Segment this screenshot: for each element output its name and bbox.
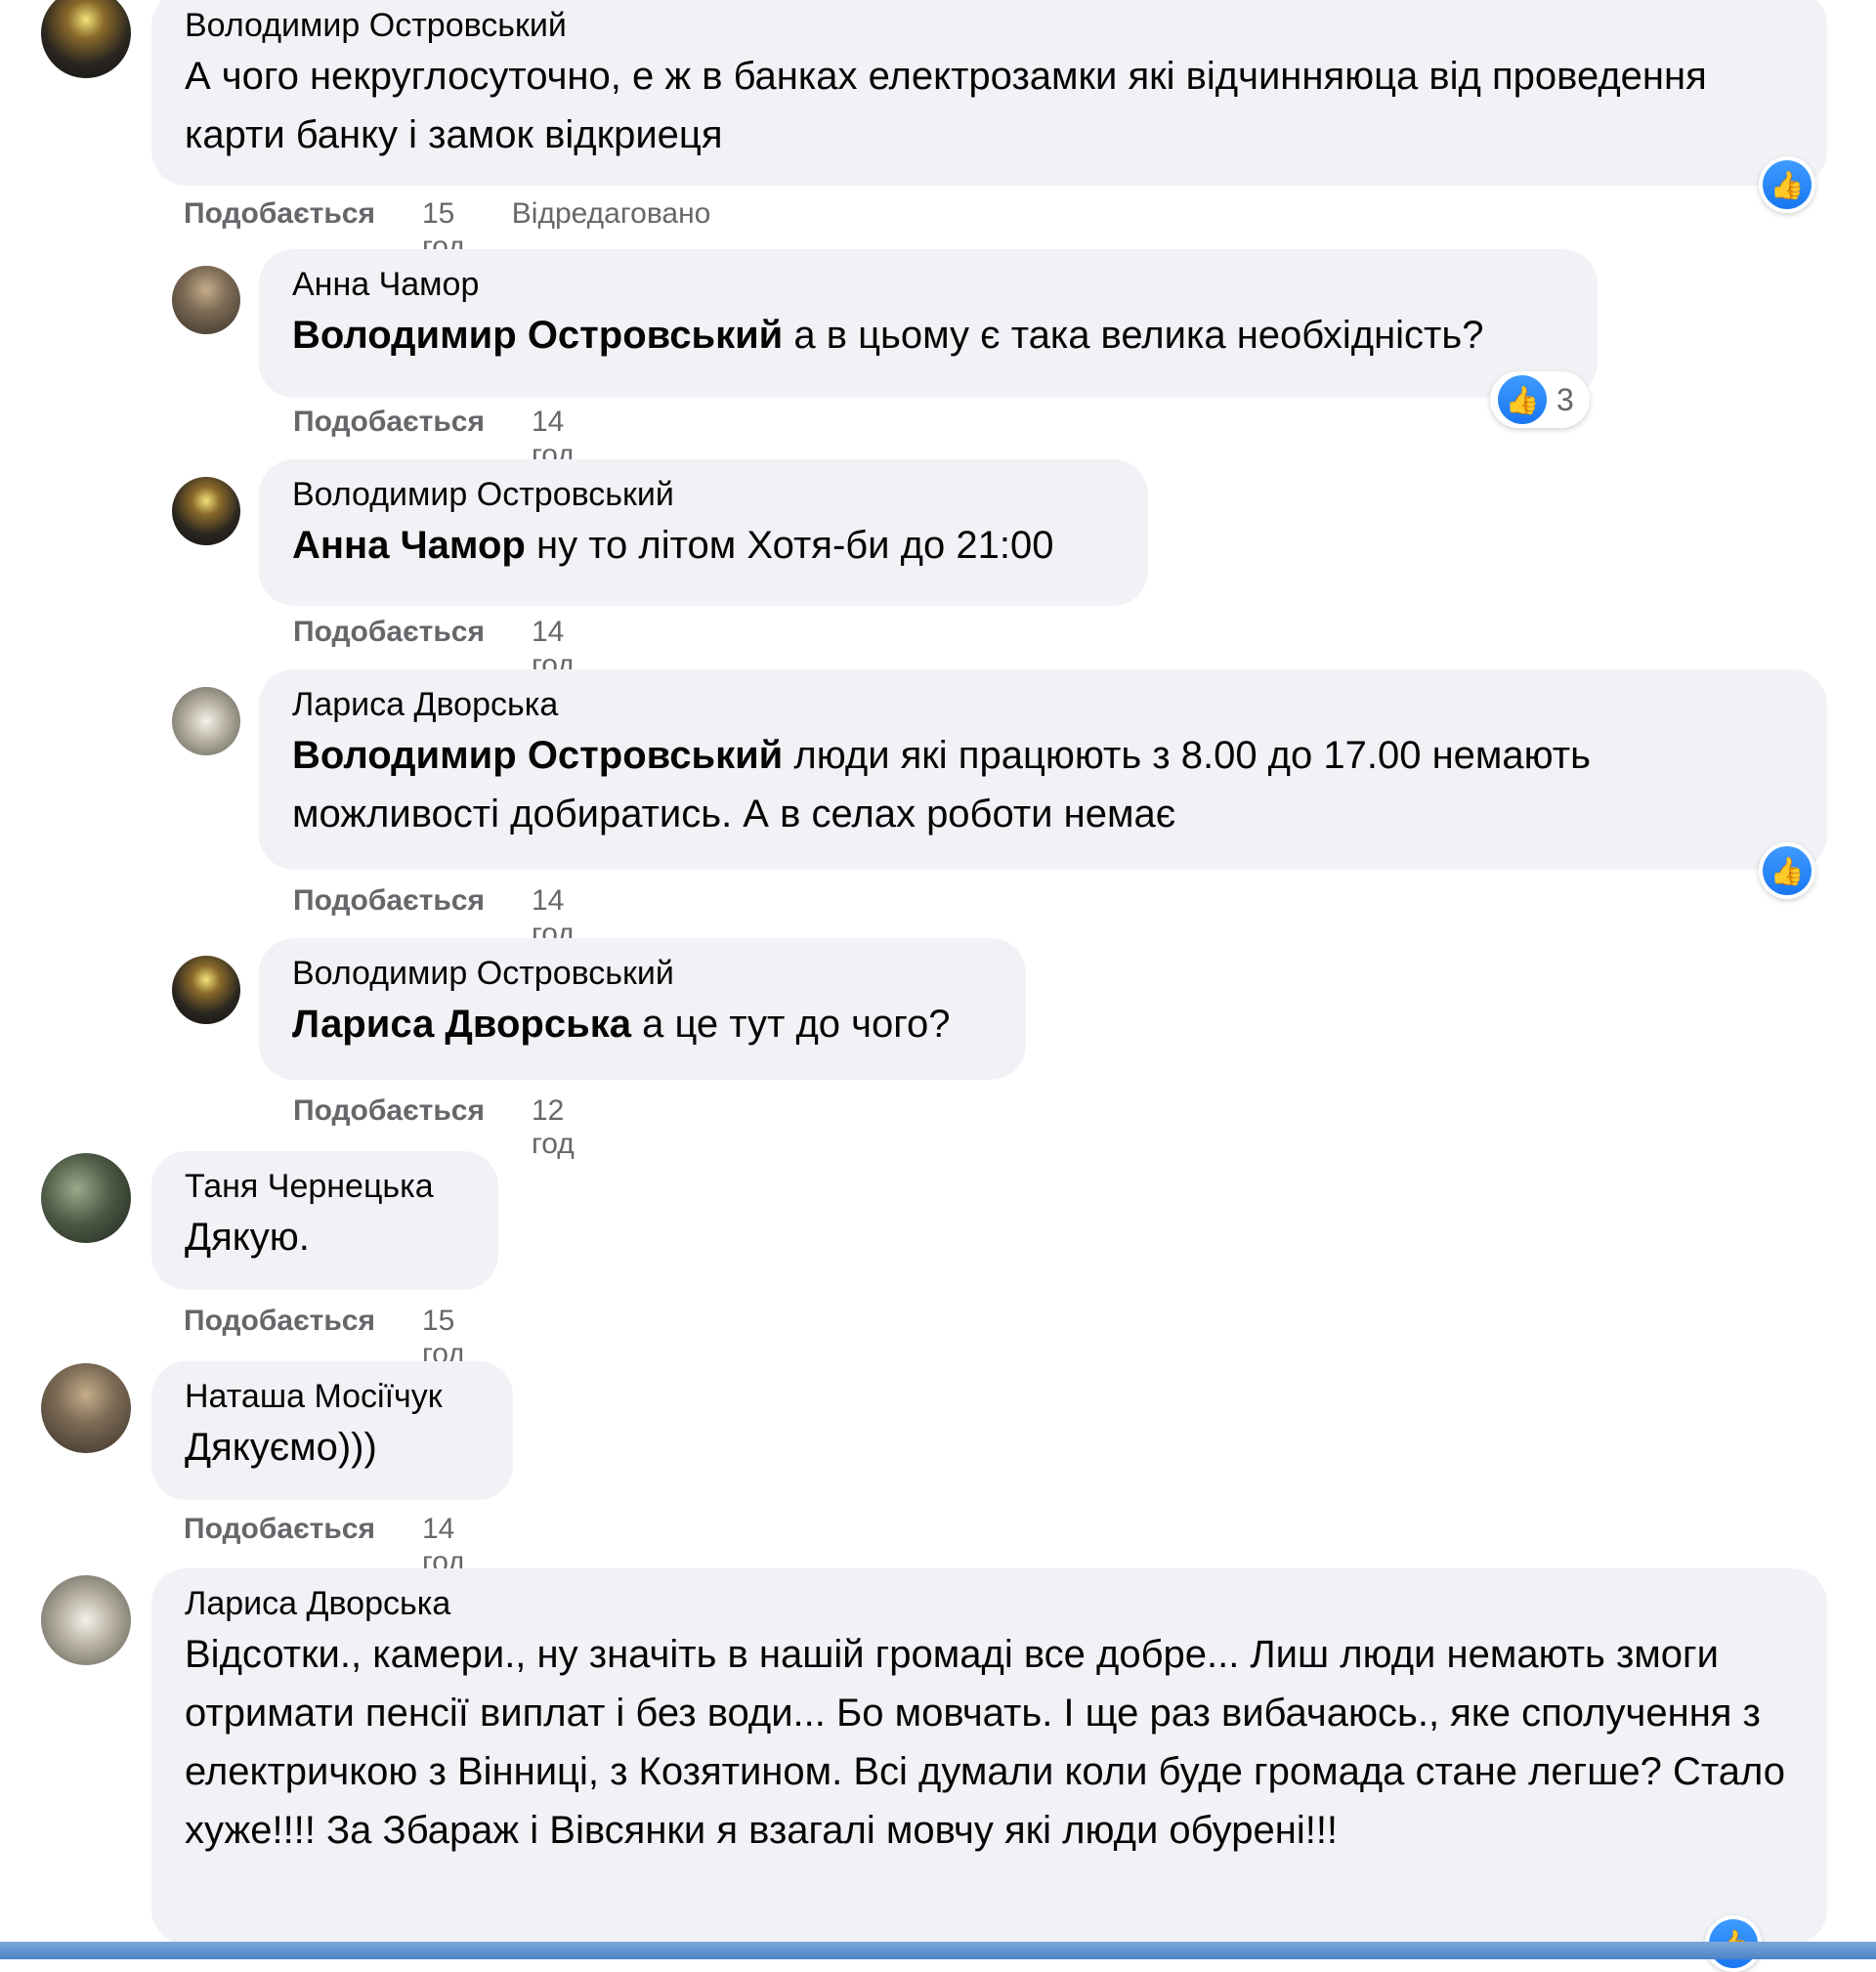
comment-text: Лариса Дворська а це тут до чого? — [292, 995, 995, 1053]
comment-author[interactable]: Наташа Мосіїчук — [185, 1375, 482, 1418]
comment-bubble: Наташа Мосіїчук Дякуємо))) — [151, 1361, 513, 1500]
reaction-count: 3 — [1556, 381, 1574, 417]
comment-text: Анна Чамор ну то літом Хотя-би до 21:00 — [292, 516, 1117, 575]
avatar[interactable] — [172, 477, 240, 545]
bottom-scroll-bar — [0, 1942, 1876, 1959]
thumbs-up-icon: 👍 — [1498, 375, 1547, 424]
comment-author[interactable]: Володимир Островський — [292, 473, 1117, 516]
comment-text: А чого некруглосуточно, е ж в банках еле… — [185, 55, 1707, 156]
comment-bubble: Володимир Островський Лариса Дворська а … — [259, 938, 1026, 1080]
comment-body: ну то літом Хотя-би до 21:00 — [535, 524, 1054, 567]
comment-author[interactable]: Володимир Островський — [185, 4, 1796, 47]
comment-body: а в цьому є така велика необхідність? — [793, 314, 1484, 357]
avatar[interactable] — [172, 956, 240, 1024]
comment-body: а це тут до чого? — [642, 1003, 951, 1046]
comment-text: Володимир Островський а в цьому є така в… — [292, 306, 1566, 364]
comment-text: Дякую. — [185, 1216, 310, 1259]
comment-author[interactable]: Лариса Дворська — [185, 1582, 1796, 1625]
thumbs-up-icon: 👍 — [1763, 846, 1812, 895]
avatar[interactable] — [41, 1153, 131, 1243]
mention-link[interactable]: Володимир Островський — [292, 314, 783, 357]
mention-link[interactable]: Анна Чамор — [292, 524, 526, 567]
mention-link[interactable]: Лариса Дворська — [292, 1003, 631, 1046]
comment-author[interactable]: Лариса Дворська — [292, 683, 1796, 726]
comment-bubble: Володимир Островський Анна Чамор ну то л… — [259, 459, 1148, 606]
thumbs-up-icon: 👍 — [1763, 160, 1812, 209]
comment-author[interactable]: Анна Чамор — [292, 263, 1566, 306]
comment-bubble: Володимир Островський А чого некруглосут… — [151, 0, 1827, 186]
reaction-badge[interactable]: 👍 3 — [1490, 371, 1590, 428]
mention-link[interactable]: Володимир Островський — [292, 734, 783, 777]
comment-text: Відсотки., камери., ну значіть в нашій г… — [185, 1633, 1785, 1852]
comment-time[interactable]: 12 год — [532, 1094, 575, 1161]
comment-bubble: Лариса Дворська Відсотки., камери., ну з… — [151, 1568, 1827, 1945]
comment-author[interactable]: Володимир Островський — [292, 952, 995, 995]
reaction-badge[interactable]: 👍 — [1759, 156, 1815, 213]
comment-text: Володимир Островський люди які працюють … — [292, 726, 1796, 843]
avatar[interactable] — [172, 266, 240, 334]
avatar[interactable] — [41, 0, 131, 78]
avatar[interactable] — [172, 687, 240, 755]
comment-bubble: Анна Чамор Володимир Островський а в цьо… — [259, 249, 1598, 398]
comment-bubble: Лариса Дворська Володимир Островський лю… — [259, 669, 1827, 870]
reaction-badge[interactable]: 👍 — [1759, 842, 1815, 899]
avatar[interactable] — [41, 1575, 131, 1665]
comment-author[interactable]: Таня Чернецька — [185, 1165, 467, 1208]
comment-bubble: Таня Чернецька Дякую. — [151, 1151, 498, 1290]
comment-text: Дякуємо))) — [185, 1426, 377, 1469]
avatar[interactable] — [41, 1363, 131, 1453]
